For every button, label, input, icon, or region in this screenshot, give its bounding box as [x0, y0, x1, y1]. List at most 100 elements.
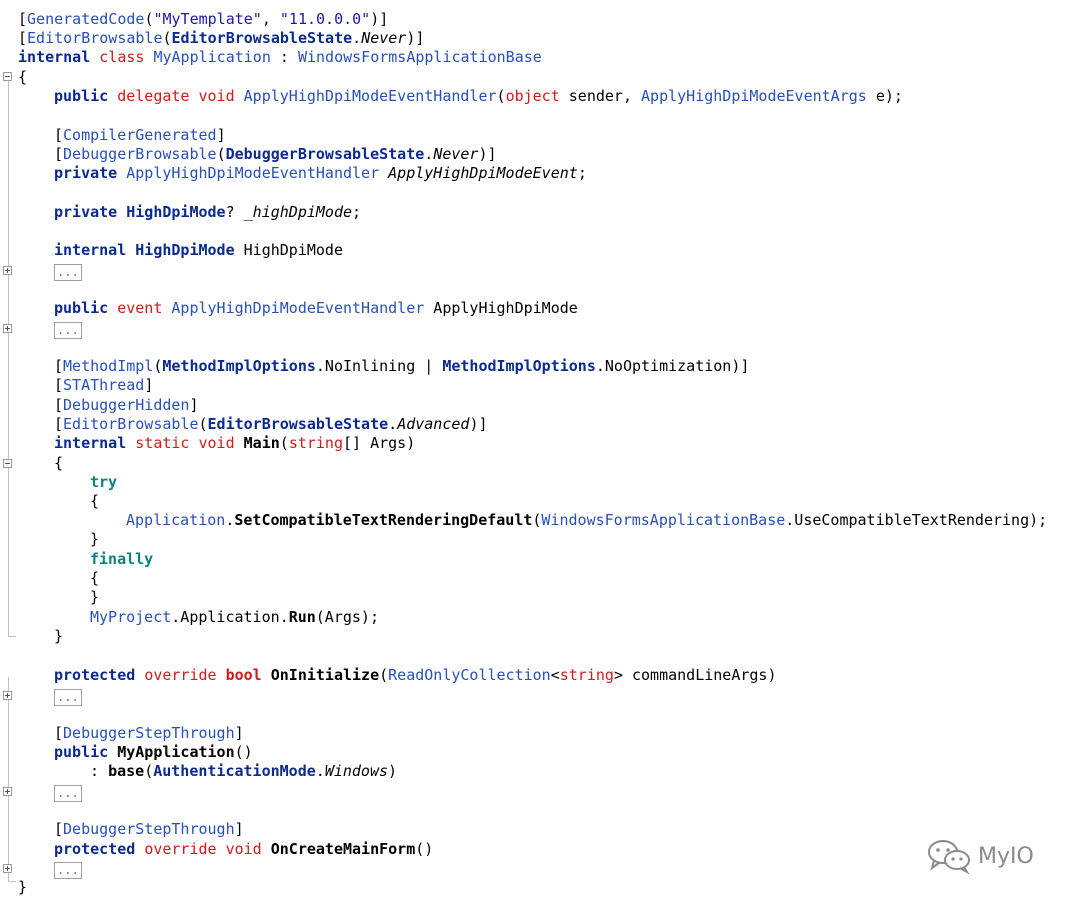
code-token: DebuggerBrowsableState: [225, 145, 425, 163]
code-token: .: [388, 415, 398, 433]
code-line[interactable]: ...: [54, 783, 82, 802]
code-line[interactable]: protected override void OnCreateMainForm…: [54, 840, 433, 859]
code-line[interactable]: [STAThread]: [54, 376, 153, 395]
code-token: ApplyHighDpiModeEventArgs: [641, 87, 867, 105]
code-token: static: [135, 434, 190, 452]
watermark: MyIO: [926, 838, 1034, 874]
code-line[interactable]: [DebuggerHidden]: [54, 396, 199, 415]
code-token: ApplyHighDpiModeEventHandler: [171, 299, 425, 317]
code-token: DebuggerStepThrough: [63, 724, 235, 742]
code-line[interactable]: : base(AuthenticationMode.Windows): [90, 762, 397, 781]
code-token: internal: [54, 241, 127, 259]
code-line[interactable]: }: [90, 530, 99, 549]
collapse-icon[interactable]: [3, 459, 12, 468]
code-token: [: [54, 820, 64, 838]
gutter-outline: [8, 677, 9, 881]
code-line[interactable]: [MethodImpl(MethodImplOptions.NoInlining…: [54, 357, 749, 376]
code-line[interactable]: [EditorBrowsable(EditorBrowsableState.Ne…: [18, 29, 424, 48]
code-line[interactable]: ...: [54, 687, 82, 706]
code-line[interactable]: internal static void Main(string[] Args): [54, 434, 415, 453]
expand-icon[interactable]: [3, 324, 12, 333]
code-line[interactable]: private ApplyHighDpiModeEventHandler App…: [54, 164, 587, 183]
code-line[interactable]: [CompilerGenerated]: [54, 126, 226, 145]
code-token: finally: [90, 550, 154, 568]
code-line[interactable]: ...: [54, 860, 82, 879]
code-line[interactable]: public MyApplication(): [54, 743, 253, 762]
collapsed-block[interactable]: ...: [54, 689, 82, 706]
code-token: Main: [243, 434, 280, 452]
code-line[interactable]: {: [90, 492, 99, 511]
code-token: try: [90, 473, 118, 491]
code-line[interactable]: internal class MyApplication : WindowsFo…: [18, 48, 542, 67]
code-token: )]: [406, 29, 425, 47]
code-line[interactable]: [DebuggerStepThrough]: [54, 820, 244, 839]
collapse-icon[interactable]: [3, 72, 12, 81]
code-token: (: [144, 762, 154, 780]
code-editor[interactable]: [GeneratedCode("MyTemplate", "11.0.0.0")…: [0, 0, 1080, 905]
code-token: override: [144, 840, 217, 858]
code-token: [: [18, 10, 28, 28]
code-line[interactable]: protected override bool OnInitialize(Rea…: [54, 666, 777, 685]
code-token: }: [18, 878, 28, 896]
code-token: DebuggerBrowsable: [63, 145, 217, 163]
code-line[interactable]: public delegate void ApplyHighDpiModeEve…: [54, 87, 903, 106]
code-token: protected: [54, 666, 136, 684]
code-token: ,: [261, 10, 280, 28]
collapsed-block[interactable]: ...: [54, 264, 82, 281]
code-token: .: [352, 29, 362, 47]
collapsed-block[interactable]: ...: [54, 785, 82, 802]
code-token: [: [18, 29, 28, 47]
code-token: ApplyHighDpiModeEvent: [388, 164, 578, 182]
expand-icon[interactable]: [3, 787, 12, 796]
code-line[interactable]: [DebuggerStepThrough]: [54, 724, 244, 743]
code-line[interactable]: public event ApplyHighDpiModeEventHandle…: [54, 299, 578, 318]
fold-end-marker: [8, 636, 16, 637]
code-token: Windows: [324, 762, 389, 780]
code-line[interactable]: ...: [54, 262, 82, 281]
code-line[interactable]: internal HighDpiMode HighDpiMode: [54, 241, 343, 260]
expand-icon[interactable]: [3, 266, 12, 275]
code-token: HighDpiMode: [135, 241, 235, 259]
code-line[interactable]: [EditorBrowsable(EditorBrowsableState.Ad…: [54, 415, 488, 434]
code-token: .NoInlining |: [315, 357, 443, 375]
code-line[interactable]: {: [18, 68, 27, 87]
code-token: ;: [352, 203, 362, 221]
code-token: [: [54, 126, 64, 144]
code-line[interactable]: {: [90, 569, 99, 588]
code-line[interactable]: MyProject.Application.Run(Args);: [90, 608, 379, 627]
code-token: .: [424, 145, 434, 163]
code-token: HighDpiMode: [234, 241, 343, 259]
code-line[interactable]: finally: [90, 550, 153, 569]
expand-icon[interactable]: [3, 864, 12, 873]
code-line[interactable]: private HighDpiMode? _highDpiMode;: [54, 203, 361, 222]
code-line[interactable]: try: [90, 473, 117, 492]
code-line[interactable]: Application.SetCompatibleTextRenderingDe…: [126, 511, 1047, 530]
code-line[interactable]: }: [18, 878, 27, 897]
collapsed-block[interactable]: ...: [54, 862, 82, 879]
collapsed-block[interactable]: ...: [54, 322, 82, 339]
code-token: Never: [361, 29, 407, 47]
code-token: MyProject: [90, 608, 172, 626]
code-line[interactable]: [GeneratedCode("MyTemplate", "11.0.0.0")…: [18, 10, 388, 29]
code-token: ReadOnlyCollection: [388, 666, 551, 684]
code-token: STAThread: [63, 376, 145, 394]
code-line[interactable]: ...: [54, 320, 82, 339]
code-line[interactable]: {: [54, 454, 63, 473]
expand-icon[interactable]: [3, 691, 12, 700]
code-token: delegate: [117, 87, 190, 105]
code-token: EditorBrowsable: [27, 29, 163, 47]
code-token: CompilerGenerated: [63, 126, 217, 144]
code-token: "MyTemplate": [153, 10, 262, 28]
code-line[interactable]: [DebuggerBrowsable(DebuggerBrowsableStat…: [54, 145, 497, 164]
code-token: ApplyHighDpiMode: [424, 299, 578, 317]
code-token: void: [198, 87, 235, 105]
code-line[interactable]: }: [90, 588, 99, 607]
code-line[interactable]: }: [54, 627, 63, 646]
code-token: public: [54, 743, 109, 761]
